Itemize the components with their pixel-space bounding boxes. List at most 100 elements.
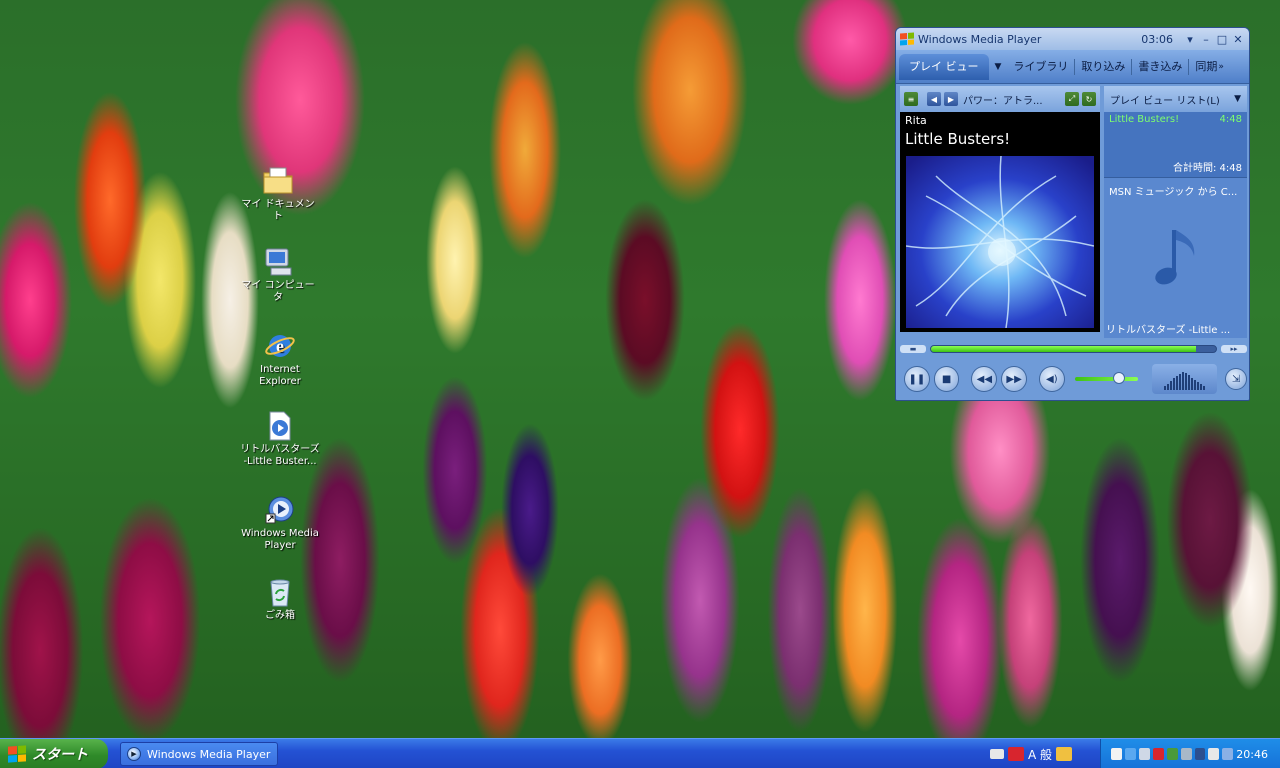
track-title: Little Busters! xyxy=(905,130,1011,148)
maximize-icon[interactable]: □ xyxy=(1215,33,1229,46)
tab-sync[interactable]: 同期 xyxy=(1189,54,1217,80)
wmp-window[interactable]: Windows Media Player 03:06 ▾ – □ ✕ プレイ ビ… xyxy=(895,27,1250,401)
taskbar-button-label: Windows Media Player xyxy=(147,747,271,761)
eq-bar xyxy=(1200,384,1203,390)
windows-logo-icon xyxy=(8,745,26,763)
eq-bar xyxy=(1167,384,1170,390)
switch-to-skin-button[interactable]: ⇲ xyxy=(1225,368,1247,390)
playlist-total-time: 合計時間: 4:48 xyxy=(1172,163,1242,174)
desktop-icon-my-documents[interactable]: マイ ドキュメント xyxy=(238,165,318,223)
tray-app-icon[interactable] xyxy=(1194,748,1206,760)
fullscreen-icon[interactable]: ⤢ xyxy=(1065,92,1079,106)
seek-bar-fill xyxy=(931,346,1197,352)
eq-bar xyxy=(1197,382,1200,390)
eq-bar xyxy=(1194,380,1197,390)
playlist-selector-label: プレイ ビュー リスト(L) xyxy=(1110,95,1220,107)
list-item[interactable]: Little Busters! 4:48 xyxy=(1109,114,1242,125)
artist-name: Rita xyxy=(905,114,927,127)
eq-bar xyxy=(1188,375,1191,390)
taskbar: スタート ▶ Windows Media Player A 般 20:46 xyxy=(0,738,1280,768)
keyboard-icon[interactable] xyxy=(990,749,1004,759)
visualization-display[interactable] xyxy=(900,156,1100,332)
wmp-taskbar-tabs: プレイ ビュー ▼ ライブラリ 取り込み 書き込み 同期 » xyxy=(896,50,1249,84)
transport-controls: ❚❚ ■ ◀◀ ▶▶ ◀) ⇲ xyxy=(900,361,1247,397)
tab-library[interactable]: ライブラリ xyxy=(1007,54,1074,80)
menu-arrow-icon[interactable]: ▾ xyxy=(1183,33,1197,46)
eq-bar xyxy=(1170,381,1173,390)
recycle-bin-icon xyxy=(263,576,297,608)
wmp-time: 03:06 xyxy=(1141,32,1173,46)
pause-button[interactable]: ❚❚ xyxy=(904,366,930,392)
volume-slider[interactable] xyxy=(1074,372,1138,384)
media-icon[interactable] xyxy=(1222,748,1234,760)
menu-icon[interactable]: ≡ xyxy=(904,92,918,106)
playlist-selector[interactable]: プレイ ビュー リスト(L) ▼ xyxy=(1104,86,1247,112)
next-button[interactable]: ▶▶ xyxy=(1001,366,1027,392)
desktop-icon-label: リトルバスターズ -Little Buster... xyxy=(240,444,320,467)
chevron-down-icon[interactable]: ▼ xyxy=(989,62,1008,72)
ime-pad-icon[interactable] xyxy=(1056,747,1073,761)
desktop-icon-windows-media-player[interactable]: Windows Media Player xyxy=(240,494,320,552)
volume-knob[interactable] xyxy=(1112,372,1125,384)
clock[interactable]: 20:46 xyxy=(1236,748,1268,761)
network-icon[interactable] xyxy=(1124,748,1136,760)
visualization-name[interactable]: パワー：アトラ... xyxy=(963,92,1062,107)
desktop-icon-my-computer[interactable]: マイ コンピュータ xyxy=(238,246,318,304)
windows-media-player-icon xyxy=(263,494,297,526)
visualization-bar: ≡ ◀ ▶ パワー：アトラ... ⤢ ↻ xyxy=(900,86,1100,112)
stop-button[interactable]: ■ xyxy=(933,366,960,392)
album-art xyxy=(1104,200,1247,318)
desktop-icon-recycle-bin[interactable]: ごみ箱 xyxy=(240,576,320,622)
previous-button[interactable]: ◀◀ xyxy=(971,366,998,392)
tab-burn[interactable]: 書き込み xyxy=(1132,54,1188,80)
playlist-item-duration: 4:48 xyxy=(1219,114,1242,125)
desktop-icon-internet-explorer[interactable]: e Internet Explorer xyxy=(240,330,320,388)
eq-bar xyxy=(1182,372,1185,390)
tab-now-playing[interactable]: プレイ ビュー xyxy=(899,53,989,80)
eq-bar xyxy=(1185,373,1188,390)
display-icon[interactable] xyxy=(1138,748,1150,760)
playlist-item-name: Little Busters! xyxy=(1109,114,1180,125)
music-note-icon xyxy=(1154,230,1194,285)
desktop-icon-label: Internet Explorer xyxy=(259,364,301,387)
eq-bar xyxy=(1179,374,1182,390)
volume-icon[interactable] xyxy=(1111,748,1122,760)
eq-bar xyxy=(1173,378,1176,390)
taskbar-button-wmp[interactable]: ▶ Windows Media Player xyxy=(120,742,278,766)
language-bar[interactable]: A 般 xyxy=(990,743,1073,765)
connection-icon[interactable] xyxy=(1166,748,1178,760)
previous-visualization-icon[interactable]: ◀ xyxy=(927,92,941,106)
equalizer-display xyxy=(1151,364,1218,394)
safely-remove-icon[interactable] xyxy=(1180,748,1192,760)
computer-icon xyxy=(261,246,295,278)
eq-bar xyxy=(1191,378,1194,390)
ime-mode[interactable]: A 般 xyxy=(1028,746,1052,763)
antivirus-icon[interactable] xyxy=(1208,748,1220,760)
wmp-title: Windows Media Player xyxy=(918,32,1042,46)
mute-button[interactable]: ◀) xyxy=(1038,366,1065,392)
minimize-icon[interactable]: – xyxy=(1199,33,1213,46)
desktop-icon-media-file[interactable]: リトルバスターズ -Little Buster... xyxy=(240,410,320,468)
system-tray: 20:46 xyxy=(1100,739,1280,768)
folder-document-icon xyxy=(261,165,295,197)
enhancements-icon[interactable]: ↻ xyxy=(1082,92,1096,106)
seek-bar[interactable] xyxy=(930,345,1217,353)
desktop-icon-label: ごみ箱 xyxy=(265,610,295,621)
next-visualization-icon[interactable]: ▶ xyxy=(944,92,958,106)
close-icon[interactable]: ✕ xyxy=(1231,33,1245,46)
start-button[interactable]: スタート xyxy=(0,739,108,768)
now-playing-info: Rita Little Busters! xyxy=(900,112,1100,156)
msn-music-link[interactable]: MSN ミュージック から C... xyxy=(1104,178,1247,200)
desktop-icon-label: Windows Media Player xyxy=(241,528,319,551)
wmp-titlebar[interactable]: Windows Media Player 03:06 ▾ – □ ✕ xyxy=(896,28,1249,50)
ime-icon[interactable] xyxy=(1008,747,1024,761)
more-tabs-icon[interactable]: » xyxy=(1217,62,1224,72)
eq-bar xyxy=(1164,386,1167,390)
skin-mode-icon[interactable]: ▸▸ xyxy=(1221,345,1247,353)
media-file-icon xyxy=(263,410,297,442)
tab-rip[interactable]: 取り込み xyxy=(1075,54,1131,80)
internet-explorer-icon: e xyxy=(263,330,297,362)
security-icon[interactable] xyxy=(1152,748,1164,760)
compact-mode-icon[interactable]: ▬ xyxy=(900,345,926,353)
chevron-down-icon: ▼ xyxy=(1234,94,1241,104)
